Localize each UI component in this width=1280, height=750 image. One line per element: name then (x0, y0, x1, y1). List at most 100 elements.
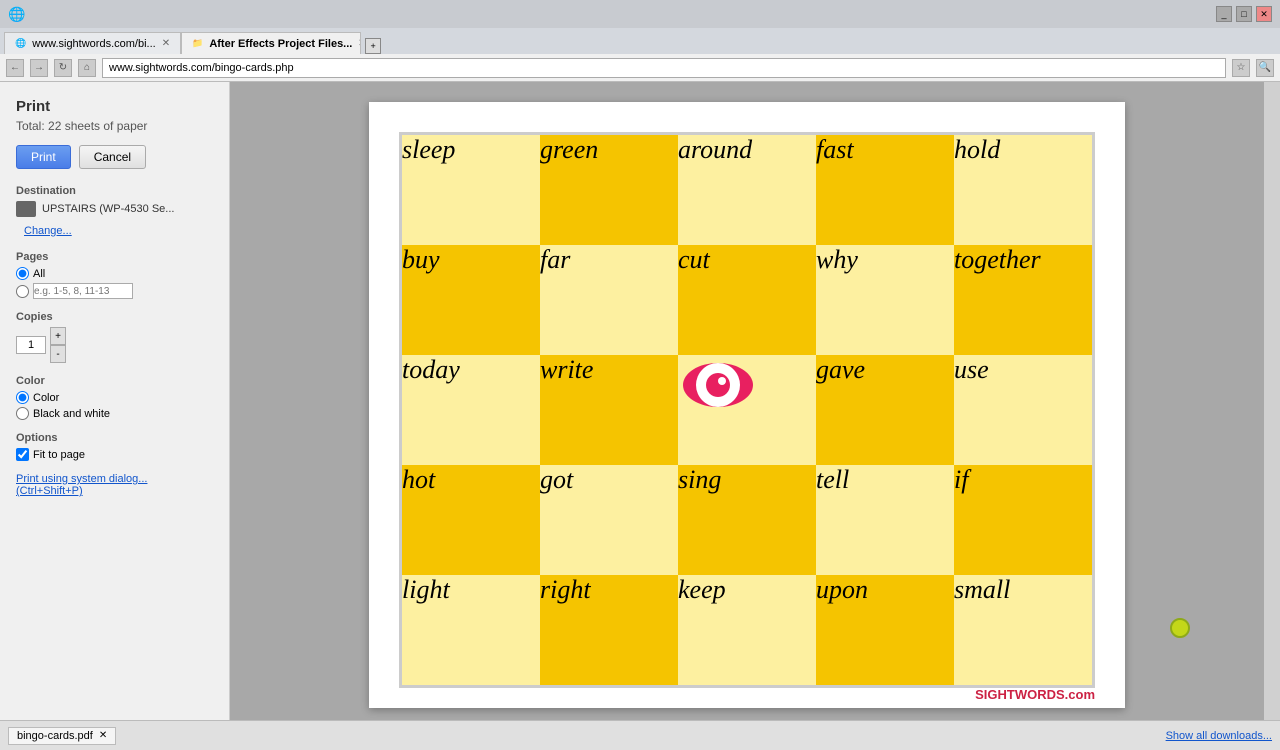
color-label-text: Color (33, 392, 59, 404)
browser-logo: 🌐 (8, 6, 25, 23)
download-item[interactable]: bingo-cards.pdf ✕ (8, 727, 116, 745)
search-button[interactable]: 🔍 (1256, 59, 1274, 77)
tab-label: www.sightwords.com/bi... (32, 38, 155, 50)
tab-sightwords[interactable]: 🌐 www.sightwords.com/bi... ✕ (4, 32, 181, 54)
title-bar: 🌐 _ □ ✕ (0, 0, 1280, 28)
download-filename: bingo-cards.pdf (17, 730, 93, 742)
color-radio-group: Color Black and white (16, 391, 213, 420)
bookmark-button[interactable]: ☆ (1232, 59, 1250, 77)
bingo-cell-21: right (540, 575, 678, 685)
maximize-button[interactable]: □ (1236, 6, 1252, 22)
bingo-cell-0: sleep (402, 135, 540, 245)
bottom-bar: bingo-cards.pdf ✕ Show all downloads... (0, 720, 1280, 750)
print-button[interactable]: Print (16, 145, 71, 169)
back-button[interactable]: ← (6, 59, 24, 77)
bingo-cell-10: today (402, 355, 540, 465)
bingo-cell-2: around (678, 135, 816, 245)
bingo-cell-14: use (954, 355, 1092, 465)
bingo-cell-15: hot (402, 465, 540, 575)
pages-label: Pages (16, 251, 213, 263)
bingo-cell-9: together (954, 245, 1092, 355)
bingo-cell-11: write (540, 355, 678, 465)
destination-option: Destination UPSTAIRS (WP-4530 Se... Chan… (16, 185, 213, 239)
pages-all-radio[interactable] (16, 267, 29, 280)
bingo-grid: sleepgreenaroundfasthold buyfarcutwhytoge… (399, 132, 1095, 688)
close-button[interactable]: ✕ (1256, 6, 1272, 22)
pages-custom-row (16, 283, 213, 299)
home-button[interactable]: ⌂ (78, 59, 96, 77)
pages-radio-group: All (16, 267, 213, 299)
bingo-cell-23: upon (816, 575, 954, 685)
show-all-downloads-link[interactable]: Show all downloads... (1166, 730, 1272, 742)
brand-name: SIGHTWORDS (975, 687, 1065, 702)
bingo-cell-20: light (402, 575, 540, 685)
bingo-card: sleepgreenaroundfasthold buyfarcutwhytoge… (369, 102, 1125, 708)
refresh-button[interactable]: ↻ (54, 59, 72, 77)
bingo-cell-7: cut (678, 245, 816, 355)
right-scrollbar[interactable] (1264, 82, 1280, 720)
copies-option: Copies + - (16, 311, 213, 363)
color-label: Color (16, 375, 213, 387)
pages-custom-radio[interactable] (16, 285, 29, 298)
pages-all-label: All (33, 268, 45, 280)
bingo-cell-5: buy (402, 245, 540, 355)
change-destination-button[interactable]: Change... (16, 223, 80, 239)
bingo-cell-19: if (954, 465, 1092, 575)
bingo-cell-12 (678, 355, 816, 465)
bingo-cell-6: far (540, 245, 678, 355)
pages-option: Pages All (16, 251, 213, 299)
free-space-eye (678, 355, 758, 415)
fit-to-page-label: Fit to page (33, 449, 85, 461)
color-color-row: Color (16, 391, 213, 404)
copies-decrement-button[interactable]: - (50, 345, 66, 363)
content-area: sleepgreenaroundfasthold buyfarcutwhytoge… (230, 82, 1264, 720)
download-close-icon[interactable]: ✕ (99, 730, 107, 741)
tab-aftereffects[interactable]: 📁 After Effects Project Files... ✕ (181, 32, 361, 54)
bingo-cell-18: tell (816, 465, 954, 575)
color-option: Color Color Black and white (16, 375, 213, 420)
pages-custom-input[interactable] (33, 283, 133, 299)
url-input[interactable] (102, 58, 1226, 78)
tab2-close-icon[interactable]: ✕ (358, 38, 361, 49)
copies-increment-button[interactable]: + (50, 327, 66, 345)
bingo-cell-13: gave (816, 355, 954, 465)
minimize-button[interactable]: _ (1216, 6, 1232, 22)
tab-close-icon[interactable]: ✕ (162, 38, 170, 49)
bingo-cell-22: keep (678, 575, 816, 685)
destination-value: UPSTAIRS (WP-4530 Se... (42, 203, 174, 215)
window-controls[interactable]: _ □ ✕ (1216, 6, 1272, 22)
print-sidebar: Print Total: 22 sheets of paper Print Ca… (0, 82, 230, 720)
print-title: Print (16, 98, 213, 115)
bw-label: Black and white (33, 408, 110, 420)
options-section: Options Fit to page (16, 432, 213, 461)
fit-to-page-row: Fit to page (16, 448, 213, 461)
bw-radio[interactable] (16, 407, 29, 420)
printer-icon (16, 201, 36, 217)
address-bar: ← → ↻ ⌂ ☆ 🔍 (0, 54, 1280, 82)
forward-button[interactable]: → (30, 59, 48, 77)
brand-logo: SIGHTWORDS.com (975, 687, 1095, 702)
destination-box: UPSTAIRS (WP-4530 Se... (16, 201, 213, 217)
bingo-cell-1: green (540, 135, 678, 245)
tab-bar: 🌐 www.sightwords.com/bi... ✕ 📁 After Eff… (0, 28, 1280, 54)
color-bw-row: Black and white (16, 407, 213, 420)
fit-to-page-checkbox[interactable] (16, 448, 29, 461)
cancel-button[interactable]: Cancel (79, 145, 146, 169)
bingo-cell-8: why (816, 245, 954, 355)
title-bar-left: 🌐 (8, 6, 25, 23)
bingo-cell-4: hold (954, 135, 1092, 245)
color-radio[interactable] (16, 391, 29, 404)
bingo-cell-3: fast (816, 135, 954, 245)
tab2-label: After Effects Project Files... (209, 38, 352, 50)
copies-input[interactable] (16, 336, 46, 354)
main-layout: Print Total: 22 sheets of paper Print Ca… (0, 82, 1280, 720)
browser-window: 🌐 _ □ ✕ 🌐 www.sightwords.com/bi... ✕ 📁 A… (0, 0, 1280, 82)
bingo-cell-24: small (954, 575, 1092, 685)
new-tab-button[interactable]: + (365, 38, 381, 54)
options-label: Options (16, 432, 213, 444)
tab-favicon: 🌐 (15, 38, 26, 49)
print-total: Total: 22 sheets of paper (16, 119, 213, 133)
destination-label: Destination (16, 185, 213, 197)
system-dialog-link[interactable]: Print using system dialog... (Ctrl+Shift… (16, 473, 213, 497)
copies-label: Copies (16, 311, 213, 323)
